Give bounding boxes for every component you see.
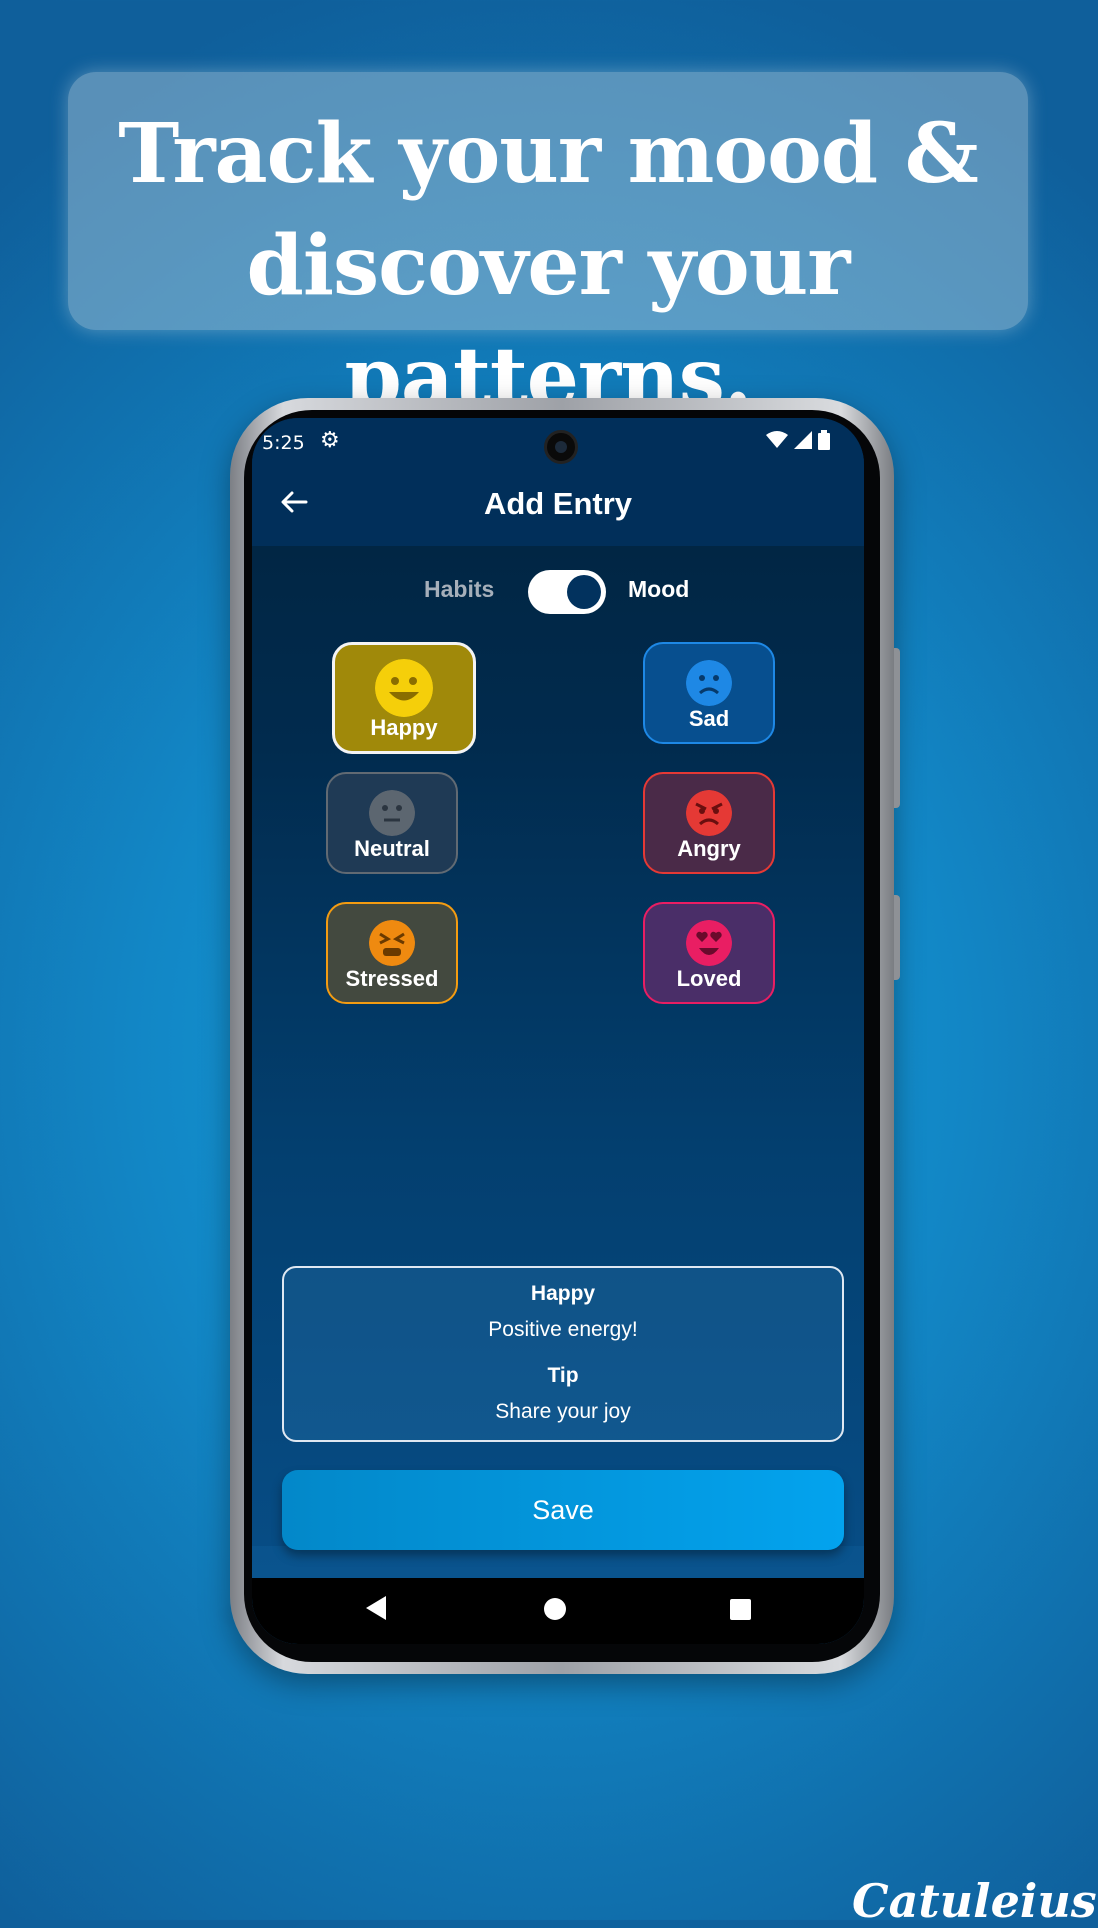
front-camera	[544, 430, 578, 464]
status-time: 5:25	[262, 432, 305, 454]
settings-gear-icon: ⚙	[320, 428, 340, 453]
save-button[interactable]: Save	[282, 1470, 844, 1550]
mood-label-loved: Loved	[676, 966, 742, 991]
toggle-label-habits[interactable]: Habits	[424, 576, 494, 603]
mood-card-loved[interactable]: Loved	[643, 902, 775, 1004]
mood-label-angry: Angry	[677, 836, 741, 861]
mood-info-card: Happy Positive energy! Tip Share your jo…	[282, 1266, 844, 1442]
habits-mood-switch[interactable]	[528, 570, 606, 614]
mood-card-happy[interactable]: Happy	[332, 642, 476, 754]
mood-card-sad[interactable]: Sad	[643, 642, 775, 744]
happy-face-icon	[375, 659, 433, 717]
angry-face-icon	[686, 790, 732, 836]
mood-label-happy: Happy	[370, 715, 438, 740]
mood-label-neutral: Neutral	[354, 836, 430, 861]
signal-icon	[794, 431, 812, 449]
loved-face-icon	[686, 920, 732, 966]
phone-screen: 5:25 ⚙ Add Entry Habits Mood Happy Sad N…	[252, 418, 864, 1644]
headline: Track your mood & discover your patterns…	[68, 98, 1028, 434]
mood-card-angry[interactable]: Angry	[643, 772, 775, 874]
info-message: Positive energy!	[488, 1318, 638, 1341]
headline-line-1: Track your mood &	[118, 106, 978, 202]
status-bar: 5:25 ⚙	[252, 418, 864, 468]
switch-knob	[567, 575, 601, 609]
mood-card-stressed[interactable]: Stressed	[326, 902, 458, 1004]
battery-icon	[818, 430, 830, 450]
info-title: Happy	[530, 1282, 596, 1305]
app-bar: Add Entry	[252, 468, 864, 546]
tip-text: Share your joy	[495, 1400, 631, 1423]
nav-back-icon[interactable]	[366, 1596, 386, 1620]
wifi-icon	[766, 431, 788, 448]
mood-label-stressed: Stressed	[345, 966, 439, 991]
toggle-label-mood[interactable]: Mood	[628, 576, 689, 603]
mood-label-sad: Sad	[688, 706, 730, 731]
mood-card-neutral[interactable]: Neutral	[326, 772, 458, 874]
mode-toggle-row: Habits Mood	[252, 566, 864, 618]
neutral-face-icon	[369, 790, 415, 836]
power-button	[894, 895, 900, 980]
page-title: Add Entry	[483, 486, 633, 521]
tip-title: Tip	[547, 1364, 579, 1387]
nav-recents-icon[interactable]	[730, 1599, 751, 1620]
sad-face-icon	[686, 660, 732, 706]
volume-button	[894, 648, 900, 808]
stressed-face-icon	[369, 920, 415, 966]
status-icons	[766, 430, 830, 450]
android-nav-bar	[252, 1578, 864, 1644]
nav-home-icon[interactable]	[544, 1598, 566, 1620]
